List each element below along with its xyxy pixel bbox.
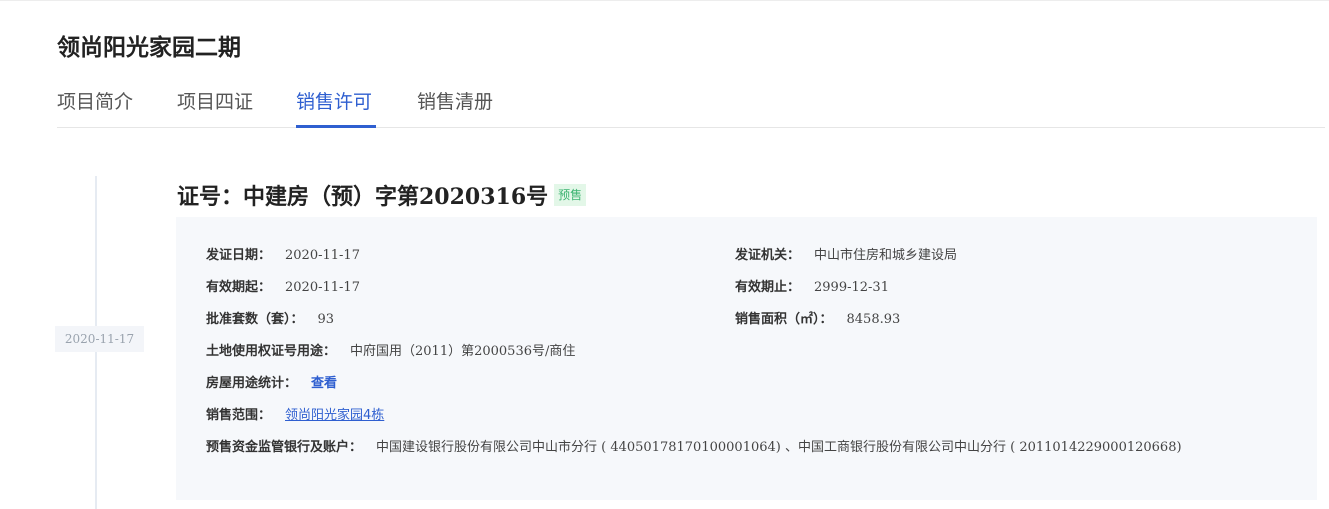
timeline-date: 2020-11-17 <box>55 326 144 352</box>
valid-to-label: 有效期止： <box>735 280 801 295</box>
land-cert-row: 土地使用权证号用途： 中府国用（2011）第2000536号/商住 <box>206 342 575 362</box>
approved-units-value: 93 <box>317 312 335 327</box>
permit-heading: 证号：中建房（预）字第2020316号 预售 <box>177 179 587 211</box>
land-cert-label: 土地使用权证号用途： <box>206 344 337 359</box>
valid-to-row: 有效期止： 2999-12-31 <box>735 278 889 298</box>
permit-number: 证号：中建房（预）字第2020316号 <box>177 184 549 210</box>
tab-project-certificates[interactable]: 项目四证 <box>177 86 257 127</box>
issue-date-row: 发证日期： 2020-11-17 <box>206 246 360 266</box>
approved-units-label: 批准套数（套）： <box>206 312 304 327</box>
sales-area-row: 销售面积（㎡）： 8458.93 <box>735 310 900 330</box>
top-divider <box>0 0 1329 1</box>
sales-scope-row: 销售范围： 领尚阳光家园4栋 <box>206 406 384 426</box>
tab-sales-inventory[interactable]: 销售清册 <box>417 86 497 127</box>
valid-to-value: 2999-12-31 <box>814 280 889 295</box>
issuer-value: 中山市住房和城乡建设局 <box>814 248 958 263</box>
issue-date-value: 2020-11-17 <box>285 248 360 263</box>
permit-detail-card: 发证日期： 2020-11-17 发证机关： 中山市住房和城乡建设局 有效期起： 20… <box>176 217 1317 500</box>
valid-from-label: 有效期起： <box>206 280 272 295</box>
issue-date-label: 发证日期： <box>206 248 272 263</box>
issuer-row: 发证机关： 中山市住房和城乡建设局 <box>735 246 957 266</box>
tab-project-intro[interactable]: 项目简介 <box>57 86 137 127</box>
tab-bar: 项目简介 项目四证 销售许可 销售清册 <box>57 86 1325 128</box>
sales-area-label: 销售面积（㎡）： <box>735 312 833 327</box>
view-usage-stats-link[interactable]: 查看 <box>311 376 337 391</box>
sales-area-value: 8458.93 <box>846 312 901 327</box>
approved-units-row: 批准套数（套）： 93 <box>206 310 334 330</box>
escrow-row: 预售资金监管银行及账户： 中国建设银行股份有限公司中山市分行 ( 44050178… <box>206 438 1182 458</box>
escrow-label: 预售资金监管银行及账户： <box>206 440 363 455</box>
usage-stats-label: 房屋用途统计： <box>206 376 298 391</box>
tab-sales-permit[interactable]: 销售许可 <box>296 86 376 128</box>
presale-badge: 预售 <box>554 184 587 206</box>
land-cert-value: 中府国用（2011）第2000536号/商住 <box>350 344 576 359</box>
usage-stats-row: 房屋用途统计： 查看 <box>206 374 337 394</box>
sales-scope-label: 销售范围： <box>206 408 272 423</box>
issuer-label: 发证机关： <box>735 248 801 263</box>
page-title: 领尚阳光家园二期 <box>57 35 241 61</box>
sales-scope-link[interactable]: 领尚阳光家园4栋 <box>285 408 384 423</box>
valid-from-row: 有效期起： 2020-11-17 <box>206 278 360 298</box>
escrow-value: 中国建设银行股份有限公司中山市分行 ( 44050178170100001064… <box>376 440 1182 455</box>
valid-from-value: 2020-11-17 <box>285 280 360 295</box>
